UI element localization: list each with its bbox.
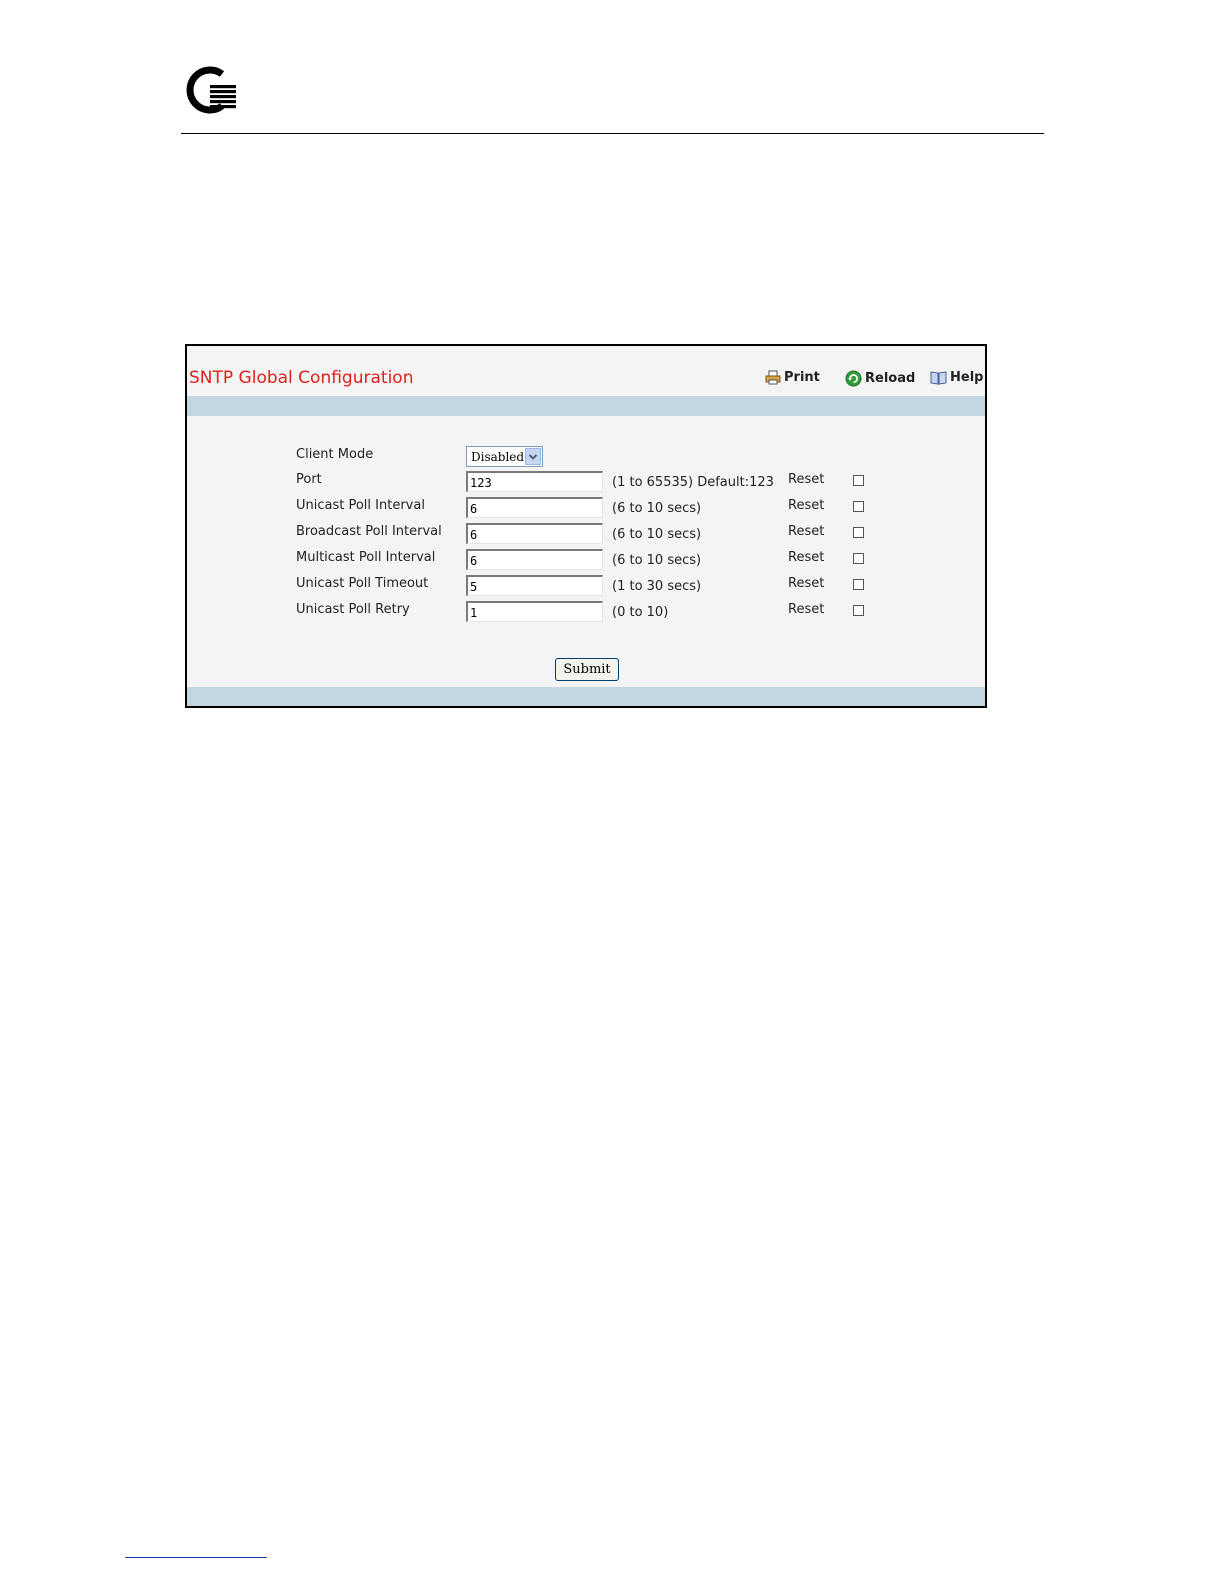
multicast-poll-interval-input[interactable]: 6 (466, 549, 603, 570)
dropdown-arrow[interactable] (525, 448, 541, 465)
unicast-poll-retry-label: Unicast Poll Retry (296, 602, 410, 617)
port-reset-checkbox[interactable] (853, 475, 864, 486)
broadcast-poll-interval-reset-label: Reset (788, 524, 825, 539)
submit-button[interactable]: Submit (555, 658, 619, 681)
help-label: Help (950, 370, 984, 385)
footer-band (187, 687, 985, 706)
sntp-global-config-panel: SNTP Global Configuration Print Reload H… (185, 344, 987, 708)
print-label: Print (784, 370, 820, 385)
multicast-poll-interval-reset-checkbox[interactable] (853, 553, 864, 564)
multicast-poll-interval-reset-label: Reset (788, 550, 825, 565)
client-mode-select[interactable]: Disabled (466, 446, 543, 467)
unicast-poll-interval-input[interactable]: 6 (466, 497, 603, 518)
broadcast-poll-interval-label: Broadcast Poll Interval (296, 524, 442, 539)
footer-divider (125, 1557, 267, 1558)
header-divider (181, 133, 1044, 134)
reload-button[interactable]: Reload (845, 370, 915, 387)
unicast-poll-retry-input[interactable]: 1 (466, 601, 603, 622)
print-button[interactable]: Print (765, 370, 820, 385)
reload-icon (845, 370, 862, 387)
page-title: SNTP Global Configuration (189, 368, 414, 388)
client-mode-label: Client Mode (296, 447, 374, 462)
unicast-poll-interval-label: Unicast Poll Interval (296, 498, 425, 513)
unicast-poll-timeout-reset-checkbox[interactable] (853, 579, 864, 590)
port-input[interactable]: 123 (466, 471, 603, 492)
unicast-poll-timeout-input[interactable]: 5 (466, 575, 603, 596)
unicast-poll-timeout-hint: (1 to 30 secs) (612, 579, 702, 594)
unicast-poll-timeout-reset-label: Reset (788, 576, 825, 591)
multicast-poll-interval-label: Multicast Poll Interval (296, 550, 436, 565)
printer-icon (765, 370, 781, 385)
company-logo-icon (186, 66, 236, 114)
chevron-down-icon (528, 454, 538, 460)
unicast-poll-interval-reset-checkbox[interactable] (853, 501, 864, 512)
help-button[interactable]: Help (930, 370, 983, 385)
port-hint: (1 to 65535) Default:123 (612, 475, 774, 490)
port-label: Port (296, 472, 322, 487)
reload-label: Reload (865, 371, 916, 386)
port-reset-label: Reset (788, 472, 825, 487)
multicast-poll-interval-hint: (6 to 10 secs) (612, 553, 702, 568)
unicast-poll-retry-reset-checkbox[interactable] (853, 605, 864, 616)
unicast-poll-retry-hint: (0 to 10) (612, 605, 669, 620)
header-band (187, 396, 985, 416)
broadcast-poll-interval-input[interactable]: 6 (466, 523, 603, 544)
broadcast-poll-interval-reset-checkbox[interactable] (853, 527, 864, 538)
unicast-poll-timeout-label: Unicast Poll Timeout (296, 576, 429, 591)
unicast-poll-interval-hint: (6 to 10 secs) (612, 501, 702, 516)
unicast-poll-interval-reset-label: Reset (788, 498, 825, 513)
help-book-icon (930, 371, 947, 385)
client-mode-value: Disabled (471, 450, 525, 464)
unicast-poll-retry-reset-label: Reset (788, 602, 825, 617)
broadcast-poll-interval-hint: (6 to 10 secs) (612, 527, 702, 542)
